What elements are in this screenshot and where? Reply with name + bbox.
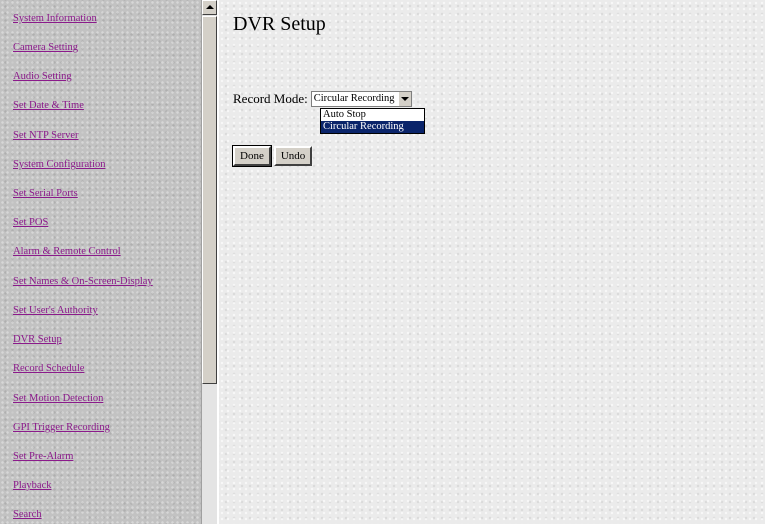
page-title: DVR Setup xyxy=(233,13,326,35)
nav-link-set-users-authority[interactable]: Set User's Authority xyxy=(13,305,98,316)
record-mode-row: Record Mode: Circular Recording xyxy=(233,91,412,107)
nav-item-set-ntp-server[interactable]: Set NTP Server xyxy=(13,130,79,142)
record-mode-label: Record Mode: xyxy=(233,91,308,106)
nav-link-playback[interactable]: Playback xyxy=(13,480,52,491)
done-button[interactable]: Done xyxy=(232,145,272,167)
nav-link-set-date-time[interactable]: Set Date & Time xyxy=(13,100,84,111)
nav-link-record-schedule[interactable]: Record Schedule xyxy=(13,363,84,374)
nav-item-search[interactable]: Search xyxy=(13,509,42,521)
nav-link-gpi-trigger-recording[interactable]: GPI Trigger Recording xyxy=(13,422,110,433)
nav-item-set-names-osd[interactable]: Set Names & On-Screen-Display xyxy=(13,276,153,288)
nav-item-system-configuration[interactable]: System Configuration xyxy=(13,159,105,171)
nav-item-dvr-setup[interactable]: DVR Setup xyxy=(13,334,62,346)
nav-item-set-motion-detection[interactable]: Set Motion Detection xyxy=(13,393,103,405)
scroll-up-arrow-icon[interactable] xyxy=(202,0,217,15)
nav-item-alarm-remote-control[interactable]: Alarm & Remote Control xyxy=(13,246,121,258)
nav-link-audio-setting[interactable]: Audio Setting xyxy=(13,71,72,82)
nav-item-set-pre-alarm[interactable]: Set Pre-Alarm xyxy=(13,451,73,463)
sidebar-scrollbar[interactable] xyxy=(201,0,217,524)
nav-link-set-pre-alarm[interactable]: Set Pre-Alarm xyxy=(13,451,73,462)
nav-link-dvr-setup[interactable]: DVR Setup xyxy=(13,334,62,345)
nav-link-set-motion-detection[interactable]: Set Motion Detection xyxy=(13,393,103,404)
nav-link-camera-setting[interactable]: Camera Setting xyxy=(13,42,78,53)
nav-link-system-configuration[interactable]: System Configuration xyxy=(13,159,105,170)
nav-link-set-pos[interactable]: Set POS xyxy=(13,217,48,228)
nav-link-system-information[interactable]: System Information xyxy=(13,13,97,24)
navigation-sidebar: System Information Camera Setting Audio … xyxy=(0,0,201,524)
scrollbar-thumb[interactable] xyxy=(202,16,217,384)
nav-item-playback[interactable]: Playback xyxy=(13,480,52,492)
nav-item-camera-setting[interactable]: Camera Setting xyxy=(13,42,78,54)
undo-button[interactable]: Undo xyxy=(273,146,313,166)
option-circular-recording[interactable]: Circular Recording xyxy=(321,121,424,133)
dvr-web-interface: System Information Camera Setting Audio … xyxy=(0,0,765,524)
nav-item-set-serial-ports[interactable]: Set Serial Ports xyxy=(13,188,78,200)
nav-link-set-names-osd[interactable]: Set Names & On-Screen-Display xyxy=(13,276,153,287)
nav-link-set-serial-ports[interactable]: Set Serial Ports xyxy=(13,188,78,199)
nav-link-set-ntp-server[interactable]: Set NTP Server xyxy=(13,130,79,141)
nav-item-gpi-trigger-recording[interactable]: GPI Trigger Recording xyxy=(13,422,110,434)
nav-item-system-information[interactable]: System Information xyxy=(13,13,97,25)
nav-item-audio-setting[interactable]: Audio Setting xyxy=(13,71,72,83)
record-mode-selected-value: Circular Recording xyxy=(313,93,395,104)
nav-link-alarm-remote-control[interactable]: Alarm & Remote Control xyxy=(13,246,121,257)
option-auto-stop[interactable]: Auto Stop xyxy=(321,109,424,121)
nav-item-set-pos[interactable]: Set POS xyxy=(13,217,48,229)
form-buttons: Done Undo xyxy=(232,145,313,167)
nav-item-set-users-authority[interactable]: Set User's Authority xyxy=(13,305,98,317)
nav-item-set-date-time[interactable]: Set Date & Time xyxy=(13,100,84,112)
nav-item-record-schedule[interactable]: Record Schedule xyxy=(13,363,84,375)
nav-link-search[interactable]: Search xyxy=(13,509,42,520)
chevron-down-icon[interactable] xyxy=(397,92,411,106)
record-mode-select[interactable]: Circular Recording xyxy=(310,91,412,107)
main-content: DVR Setup Record Mode: Circular Recordin… xyxy=(217,0,765,524)
record-mode-dropdown: Auto Stop Circular Recording xyxy=(320,108,425,134)
